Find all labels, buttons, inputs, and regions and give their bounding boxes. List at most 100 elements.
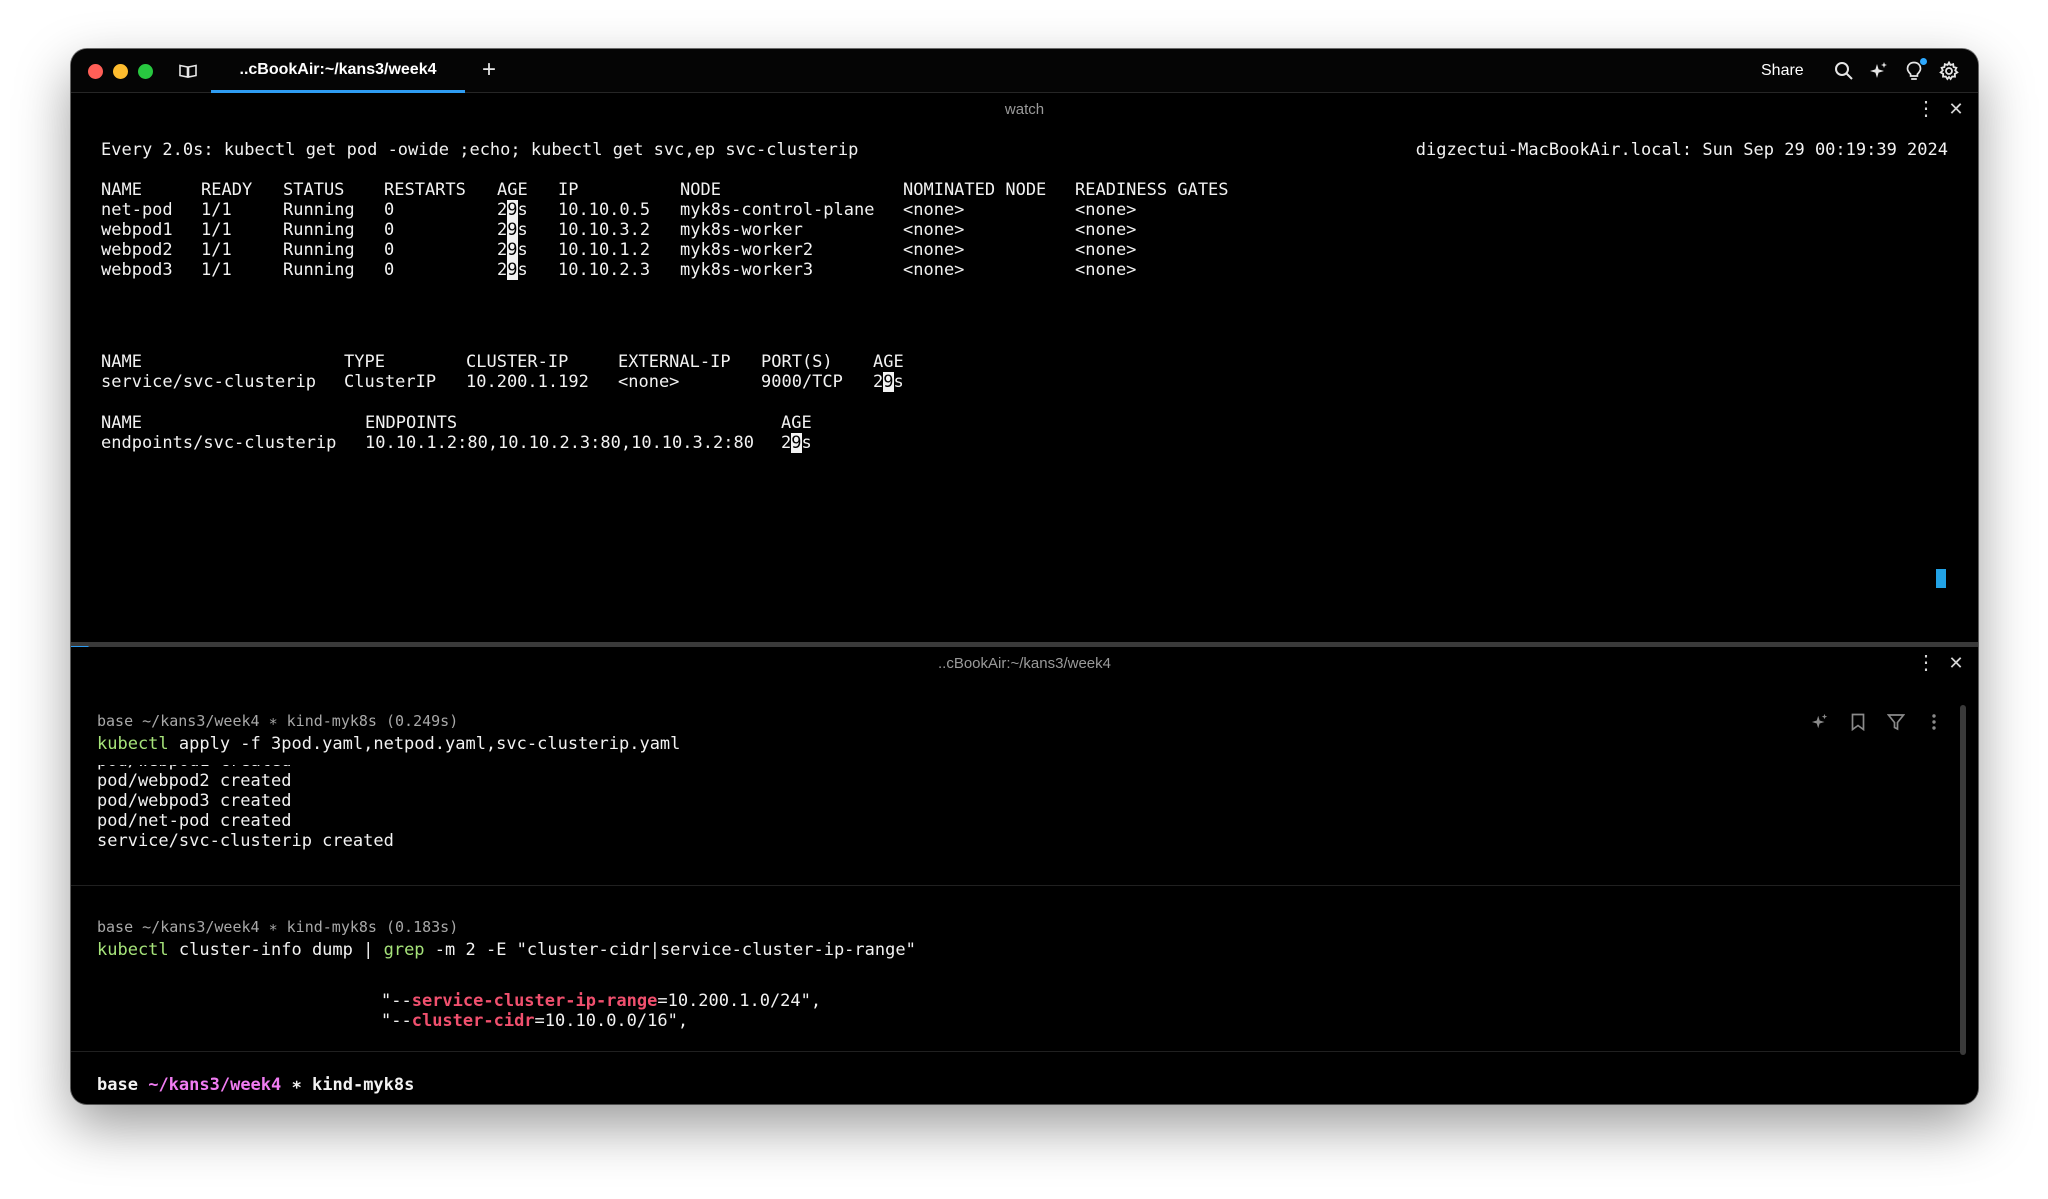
terminal-window: ..cBookAir:~/kans3/week4 + Share watch ⋮…: [71, 49, 1978, 1104]
grep-output-value: =10.200.1.0/24",: [657, 991, 822, 1011]
table-cell: <none>: [903, 200, 965, 220]
more-vertical-icon[interactable]: [1923, 711, 1945, 733]
table-header-cell: AGE: [873, 352, 904, 372]
pane-menu-button[interactable]: ⋮: [1915, 98, 1937, 120]
title-bar: ..cBookAir:~/kans3/week4 + Share: [71, 49, 1978, 93]
output-line: pod/webpod3 created: [97, 791, 292, 811]
output-line: pod/net-pod created: [97, 811, 292, 831]
minimize-window-button[interactable]: [113, 64, 128, 79]
grep-output-value: =10.10.0.0/16",: [534, 1011, 689, 1031]
table-cell: 29s: [497, 220, 528, 240]
table-cell: 9000/TCP: [761, 372, 843, 392]
block-separator: [71, 885, 1962, 886]
table-cell: <none>: [1075, 220, 1137, 240]
table-cell: 29s: [497, 200, 528, 220]
table-cell: 0: [384, 200, 395, 220]
table-cell: 0: [384, 240, 395, 260]
output-line: pod/webpod2 created: [97, 771, 292, 791]
filter-icon[interactable]: [1885, 711, 1907, 733]
table-cell: 10.10.3.2: [558, 220, 651, 240]
prompt-env: base: [97, 1075, 138, 1095]
prompt-separator: ∗: [291, 1075, 302, 1095]
notification-dot: [1920, 58, 1927, 65]
table-cell: <none>: [618, 372, 680, 392]
command-args: apply -f 3pod.yaml,netpod.yaml,svc-clust…: [168, 734, 681, 754]
table-header-cell: NOMINATED NODE: [903, 180, 1047, 200]
pane-close-button[interactable]: ✕: [1945, 652, 1967, 674]
pipe-command-name: grep: [383, 940, 425, 960]
block-command: kubectl apply -f 3pod.yaml,netpod.yaml,s…: [97, 734, 680, 754]
new-tab-button[interactable]: +: [474, 55, 504, 85]
ai-sparkle-icon[interactable]: [1868, 60, 1890, 82]
table-header-cell: AGE: [781, 413, 812, 433]
shell-pane-title: ..cBookAir:~/kans3/week4: [937, 654, 1111, 672]
watch-host-time: digzectui-MacBookAir.local: Sun Sep 29 0…: [1415, 140, 1948, 160]
shell-pane[interactable]: ..cBookAir:~/kans3/week4 ⋮ ✕ base ~/kans…: [71, 647, 1978, 1104]
watch-pane[interactable]: watch ⋮ ✕ Every 2.0s: kubectl get pod -o…: [71, 94, 1978, 642]
table-header-cell: ENDPOINTS: [365, 413, 458, 433]
zoom-window-button[interactable]: [138, 64, 153, 79]
table-header-cell: NODE: [680, 180, 721, 200]
table-cell: myk8s-worker: [680, 220, 803, 240]
table-header-cell: READINESS GATES: [1075, 180, 1229, 200]
search-icon[interactable]: [1833, 60, 1855, 82]
table-cell: 29s: [873, 372, 904, 392]
ai-sparkle-icon[interactable]: [1809, 711, 1831, 733]
table-cell: 10.10.0.5: [558, 200, 651, 220]
table-cell: 29s: [497, 240, 528, 260]
block-separator: [71, 1051, 1962, 1052]
table-cell: <none>: [1075, 260, 1137, 280]
table-cell: 1/1: [201, 220, 232, 240]
table-cell: <none>: [903, 220, 965, 240]
command-args: cluster-info dump |: [168, 940, 384, 960]
watch-pane-header: watch: [71, 94, 1978, 124]
block-output: pod/webpod1 createdpod/webpod2 createdpo…: [71, 765, 1931, 863]
grep-match: cluster-cidr: [411, 1011, 535, 1031]
table-header-cell: EXTERNAL-IP: [618, 352, 731, 372]
table-cell: myk8s-worker2: [680, 240, 814, 260]
table-cell: 1/1: [201, 200, 232, 220]
table-cell: 1/1: [201, 260, 232, 280]
table-cell: 0: [384, 220, 395, 240]
table-cell: <none>: [1075, 200, 1137, 220]
table-header-cell: IP: [558, 180, 579, 200]
pane-menu-button[interactable]: ⋮: [1915, 652, 1937, 674]
sidebar-icon[interactable]: [177, 60, 199, 82]
watch-command: Every 2.0s: kubectl get pod -owide ;echo…: [101, 140, 859, 160]
grep-output-prefix: "--: [381, 1011, 412, 1031]
table-cell: myk8s-worker3: [680, 260, 814, 280]
table-header-cell: CLUSTER-IP: [466, 352, 569, 372]
block-prompt: base ~/kans3/week4 ∗ kind-myk8s (0.183s): [97, 918, 459, 936]
table-cell: net-pod: [101, 200, 173, 220]
command-name: kubectl: [97, 734, 169, 754]
table-cell: <none>: [903, 240, 965, 260]
bookmark-icon[interactable]: [1847, 711, 1869, 733]
table-cell: webpod2: [101, 240, 173, 260]
table-cell: Running: [283, 260, 355, 280]
table-header-cell: NAME: [101, 352, 142, 372]
terminal-cursor: [1936, 569, 1946, 588]
table-cell: 29s: [497, 260, 528, 280]
tab-active[interactable]: ..cBookAir:~/kans3/week4: [211, 49, 465, 93]
table-header-cell: NAME: [101, 180, 142, 200]
table-cell: webpod3: [101, 260, 173, 280]
block-command: kubectl cluster-info dump | grep -m 2 -E…: [97, 940, 916, 960]
table-cell: webpod1: [101, 220, 173, 240]
table-header-cell: RESTARTS: [384, 180, 466, 200]
watch-pane-title: watch: [1004, 100, 1045, 118]
gear-icon[interactable]: [1938, 60, 1960, 82]
table-cell: <none>: [903, 260, 965, 280]
share-button[interactable]: Share: [1761, 60, 1804, 82]
pipe-command-args: -m 2 -E "cluster-cidr|service-cluster-ip…: [424, 940, 916, 960]
grep-output-prefix: "--: [381, 991, 412, 1011]
table-cell: <none>: [1075, 240, 1137, 260]
scrollbar[interactable]: [1960, 705, 1966, 1055]
table-cell: 1/1: [201, 240, 232, 260]
table-header-cell: STATUS: [283, 180, 345, 200]
close-window-button[interactable]: [88, 64, 103, 79]
table-cell: ClusterIP: [344, 372, 437, 392]
table-cell: Running: [283, 220, 355, 240]
prompt-context: kind-myk8s: [312, 1075, 415, 1095]
pane-close-button[interactable]: ✕: [1945, 98, 1967, 120]
table-header-cell: READY: [201, 180, 253, 200]
